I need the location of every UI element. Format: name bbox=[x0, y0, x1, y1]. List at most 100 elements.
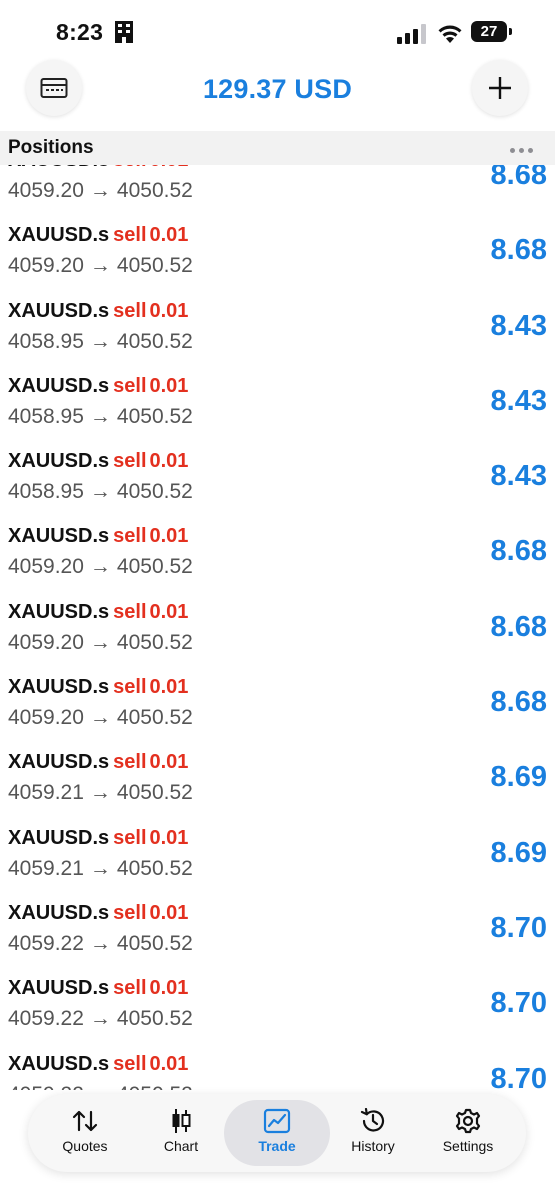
position-side: sell bbox=[113, 224, 147, 247]
status-bar: 8:23 27 bbox=[0, 0, 555, 62]
position-symbol: XAUUSD.s bbox=[8, 224, 110, 247]
position-row[interactable]: XAUUSD.s sell 0.01 4059.21 → 4050.52 8.69 bbox=[0, 739, 555, 814]
plus-icon bbox=[489, 77, 511, 99]
open-price: 4059.20 bbox=[8, 555, 84, 579]
position-symbol: XAUUSD.s bbox=[8, 826, 110, 849]
position-title: XAUUSD.ssell0.01 bbox=[8, 751, 188, 774]
position-volume: 0.01 bbox=[149, 826, 189, 849]
open-price: 4058.95 bbox=[8, 329, 84, 353]
open-price: 4059.22 bbox=[8, 931, 84, 955]
position-symbol: XAUUSD.s bbox=[8, 676, 110, 699]
position-prices: 4059.22 → 4050.52 bbox=[8, 1083, 193, 1090]
position-row[interactable]: XAUUSD.ssell0.014059.22→4050.528.70 bbox=[0, 965, 555, 1040]
tab-settings[interactable]: Settings bbox=[419, 1100, 517, 1166]
position-row[interactable]: XAUUSD.ssell0.014059.22→4050.528.70 bbox=[0, 890, 555, 965]
position-row[interactable]: XAUUSD.ssell0.014059.20→4050.528.68 bbox=[0, 664, 555, 739]
current-price: 4050.52 bbox=[116, 931, 193, 955]
tab-label: Trade bbox=[258, 1138, 296, 1154]
tab-chart[interactable]: Chart bbox=[132, 1100, 230, 1166]
open-price: 4059.22 bbox=[8, 1007, 84, 1031]
position-volume: 0.01 bbox=[149, 374, 189, 397]
position-symbol: XAUUSD.s bbox=[8, 600, 110, 623]
history-clock-icon bbox=[360, 1108, 385, 1132]
right-arrow-icon: → bbox=[89, 706, 111, 730]
current-price: 4050.52 bbox=[116, 179, 193, 202]
current-price: 4050.52 bbox=[116, 706, 193, 730]
right-arrow-icon: → bbox=[89, 254, 111, 278]
position-symbol: XAUUSD.s bbox=[8, 977, 110, 1000]
tab-label: History bbox=[351, 1138, 395, 1154]
position-profit: 8.68 bbox=[490, 686, 547, 719]
open-price: 4059.20 bbox=[8, 630, 84, 654]
right-arrow-icon: → bbox=[89, 480, 111, 504]
position-profit: 8.43 bbox=[490, 384, 547, 417]
position-title: XAUUSD.ssell0.01 bbox=[8, 300, 188, 323]
gear-icon bbox=[455, 1108, 481, 1134]
more-options-icon[interactable] bbox=[510, 140, 540, 158]
position-profit: 8.69 bbox=[490, 761, 547, 794]
position-side: sell bbox=[113, 826, 147, 849]
position-side: sell bbox=[113, 901, 147, 924]
right-arrow-icon: → bbox=[89, 931, 111, 955]
position-volume: 0.01 bbox=[150, 165, 189, 171]
right-arrow-icon: → bbox=[89, 781, 111, 805]
position-profit: 8.68 bbox=[490, 165, 547, 191]
positions-list[interactable]: XAUUSD.ssell0.014059.20→4050.528.68XAUUS… bbox=[0, 165, 555, 1090]
position-title: XAUUSD.ssell0.01 bbox=[8, 525, 188, 548]
tab-quotes[interactable]: Quotes bbox=[36, 1100, 134, 1166]
current-price: 4050.52 bbox=[116, 555, 193, 579]
position-row[interactable]: XAUUSD.s sell 0.01 4059.21 → 4050.52 8.69 bbox=[0, 815, 555, 890]
tab-history[interactable]: History bbox=[324, 1100, 422, 1166]
candlestick-icon bbox=[172, 1109, 191, 1133]
position-symbol: XAUUSD.s bbox=[8, 374, 110, 397]
position-profit: 8.68 bbox=[490, 610, 547, 643]
cellular-signal-icon bbox=[397, 24, 426, 44]
positions-section-header: Positions bbox=[0, 131, 555, 165]
position-title: XAUUSD.ssell0.01 bbox=[8, 1053, 188, 1076]
open-price: 4059.22 bbox=[8, 1083, 84, 1090]
position-profit: 8.70 bbox=[490, 1062, 547, 1090]
position-profit: 8.68 bbox=[490, 234, 547, 267]
position-row[interactable]: XAUUSD.ssell0.014059.20→4050.528.68 bbox=[0, 212, 555, 287]
open-price: 4059.20 bbox=[8, 179, 84, 202]
position-title: XAUUSD.ssell0.01 bbox=[8, 902, 188, 925]
position-title: XAUUSD.ssell0.01 bbox=[8, 977, 188, 1000]
position-symbol: XAUUSD.s bbox=[8, 525, 110, 548]
position-title: XAUUSD.ssell0.01 bbox=[8, 165, 188, 172]
position-row[interactable]: XAUUSD.s sell 0.01 4058.95 → 4050.52 8.43 bbox=[0, 438, 555, 513]
position-volume: 0.01 bbox=[149, 1052, 189, 1075]
position-profit: 8.43 bbox=[490, 460, 547, 493]
position-title: XAUUSD.ssell0.01 bbox=[8, 827, 188, 850]
position-row[interactable]: XAUUSD.ssell0.014059.20→4050.528.68 bbox=[0, 513, 555, 588]
position-symbol: XAUUSD.s bbox=[8, 901, 110, 924]
tab-label: Settings bbox=[442, 1138, 494, 1154]
current-price: 4050.52 bbox=[116, 329, 193, 353]
position-volume: 0.01 bbox=[149, 299, 189, 322]
tab-trade[interactable]: Trade bbox=[224, 1100, 330, 1166]
position-title: XAUUSD.ssell0.01 bbox=[8, 224, 188, 247]
right-arrow-icon: → bbox=[90, 1083, 111, 1090]
position-profit: 8.68 bbox=[490, 535, 547, 568]
position-prices: 4059.20 → 4050.52 bbox=[8, 631, 193, 655]
position-volume: 0.01 bbox=[149, 676, 189, 699]
current-price: 4050.52 bbox=[116, 856, 193, 880]
right-arrow-icon: → bbox=[89, 179, 111, 202]
position-symbol: XAUUSD.s bbox=[8, 299, 110, 322]
open-price: 4059.20 bbox=[8, 254, 84, 278]
position-row[interactable]: XAUUSD.ssell0.014059.20→4050.528.68 bbox=[0, 589, 555, 664]
open-price: 4059.21 bbox=[8, 856, 84, 880]
position-row[interactable]: XAUUSD.s sell 0.01 4058.95 → 4050.52 8.43 bbox=[0, 363, 555, 438]
position-symbol: XAUUSD.s bbox=[8, 1052, 110, 1075]
building-icon bbox=[115, 21, 133, 43]
wifi-icon bbox=[438, 25, 462, 43]
new-order-button[interactable] bbox=[472, 60, 528, 116]
open-price: 4058.95 bbox=[8, 404, 84, 428]
position-row[interactable]: XAUUSD.ssell0.014059.20→4050.528.68 bbox=[0, 165, 555, 212]
position-side: sell bbox=[113, 977, 147, 1000]
position-side: sell bbox=[113, 165, 146, 171]
position-volume: 0.01 bbox=[149, 450, 189, 473]
position-row[interactable]: XAUUSD.ssell0.014059.22→4050.528.70 bbox=[0, 1041, 555, 1090]
position-prices: 4059.21 → 4050.52 bbox=[8, 857, 193, 881]
position-volume: 0.01 bbox=[149, 600, 189, 623]
position-row[interactable]: XAUUSD.s sell 0.01 4058.95 → 4050.52 8.43 bbox=[0, 288, 555, 363]
